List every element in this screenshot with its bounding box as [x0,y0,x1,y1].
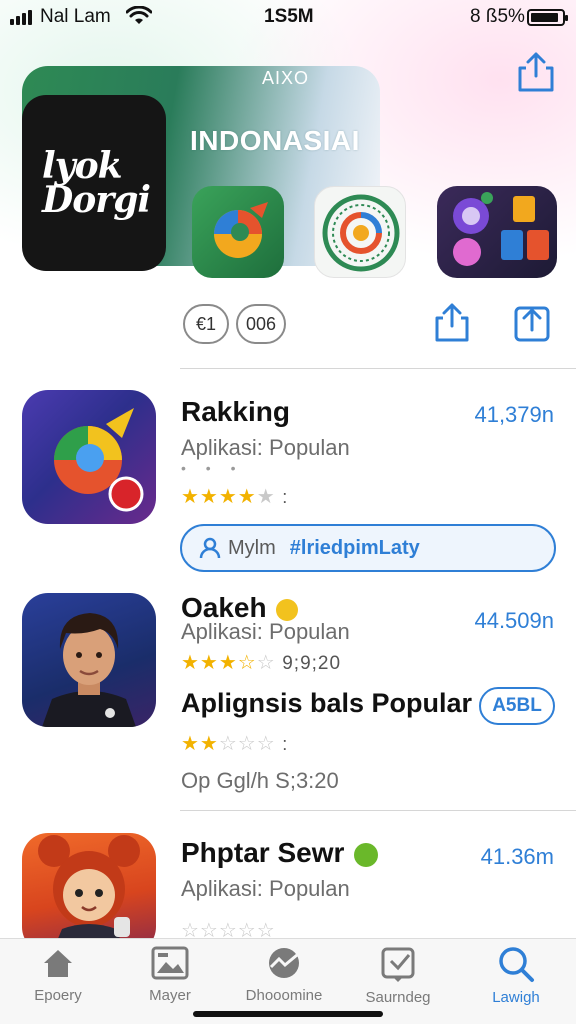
section-meta: Op Ggl/h S;3:20 [181,768,339,793]
person-icon [199,537,221,559]
tab-today[interactable]: Epoery [8,945,108,1004]
featured-app-icon-2[interactable] [314,186,406,278]
app-subtitle-3: Aplikasi: Populan [181,876,350,901]
banner-tag: AIXO [262,68,310,88]
carrier-label: Nal Lam [40,6,111,27]
star-empty-icon: ☆☆☆ [218,733,276,755]
app-subtitle-1: Aplikasi: Populan [181,435,350,460]
character-avatar-icon [42,613,136,727]
pill-label: Mylm [228,536,276,559]
app-name-1[interactable]: Rakking [181,396,290,428]
globe-icon [269,948,299,978]
star-half-icon: ☆ [237,652,257,674]
divider [180,810,576,811]
app-logo-icon [214,202,268,258]
tab-label: Epoery [34,987,82,1004]
status-bar: Nal Lam 1S5M 8 ß5% [0,0,576,34]
battery-percent: 8 ß5% [470,6,525,27]
star-icon: ★★ [181,733,219,755]
logo-line-2: Dorgi [42,179,151,221]
divider [180,368,576,369]
emoji-icon [276,598,299,621]
banner-title: INDONASIAI [190,125,360,156]
featured-app-icon-3[interactable] [437,186,557,278]
signal-icon [10,10,32,25]
section-title: Aplignsis bals Popular [181,688,473,718]
app-size-2: 44.509n [474,608,554,633]
app-logo-icon [322,194,400,272]
app-icon-1[interactable] [22,390,156,524]
search-icon [499,947,534,982]
battery-icon [527,9,568,26]
image-icon [151,946,189,980]
get-button[interactable]: A5BL [479,687,555,725]
app-size-3: 41.36m [480,844,554,869]
app-logo-icon [453,192,549,266]
rating-extra-1: : [282,487,289,507]
pill-tag: #lriedpimLaty [289,536,420,559]
tab-label: Dhooomine [245,987,323,1004]
clock: 1S5M [264,6,314,27]
star-icon: ★★★★ [181,486,257,508]
app-name-3[interactable]: Phptar Sewr [181,837,379,869]
app-subtitle-2: Aplikasi: Populan [181,619,350,644]
rating-stars-1: ★★★★★ : [181,484,288,509]
rating-extra-3: : [282,734,289,754]
star-empty-icon: ☆ [256,652,276,674]
app-store-screen: Nal Lam 1S5M 8 ß5% AIXO lyok Dorgi INDON… [0,0,576,1024]
share-icon[interactable] [432,302,472,344]
emoji-icon [354,842,379,867]
rating-stars-2: ★★★☆☆ 9;9;20 [181,650,341,675]
logo-line-1: lyok [42,145,123,187]
star-empty-icon: ★ [256,486,276,508]
rating-extra-2: 9;9;20 [282,653,342,674]
download-icon [381,947,415,982]
featured-app-icon-1[interactable] [192,186,284,278]
app-logo-icon [54,408,144,512]
app-name-3-text: Phptar Sewr [181,837,345,868]
app-meta-1: • • • [181,460,244,476]
action-button-b[interactable]: 006 [236,304,286,344]
app-icon-3[interactable] [22,833,156,953]
tab-label: Lawigh [492,989,540,1006]
star-icon: ★★★ [181,652,238,674]
tab-label: Saurndeg [365,989,431,1006]
tab-updates[interactable]: Saurndeg [348,945,448,1006]
home-icon [44,950,72,977]
tab-apps[interactable]: Dhooomine [234,945,334,1004]
share-icon[interactable] [514,50,558,94]
featured-app-logo[interactable]: lyok Dorgi [22,95,166,271]
wifi-icon [126,6,152,24]
rating-stars-3: ★★☆☆☆ : [181,731,288,756]
character-avatar-icon [38,835,140,953]
share-icon[interactable] [512,302,552,344]
action-button-a[interactable]: €1 [183,304,229,344]
tab-games[interactable]: Mayer [120,945,220,1004]
tab-search[interactable]: Lawigh [466,945,566,1006]
app-icon-2[interactable] [22,593,156,727]
search-suggestion-pill[interactable]: Mylm #lriedpimLaty [180,524,556,572]
home-indicator[interactable] [193,1011,383,1017]
app-size-1: 41,379n [474,402,554,427]
tab-label: Mayer [149,987,191,1004]
